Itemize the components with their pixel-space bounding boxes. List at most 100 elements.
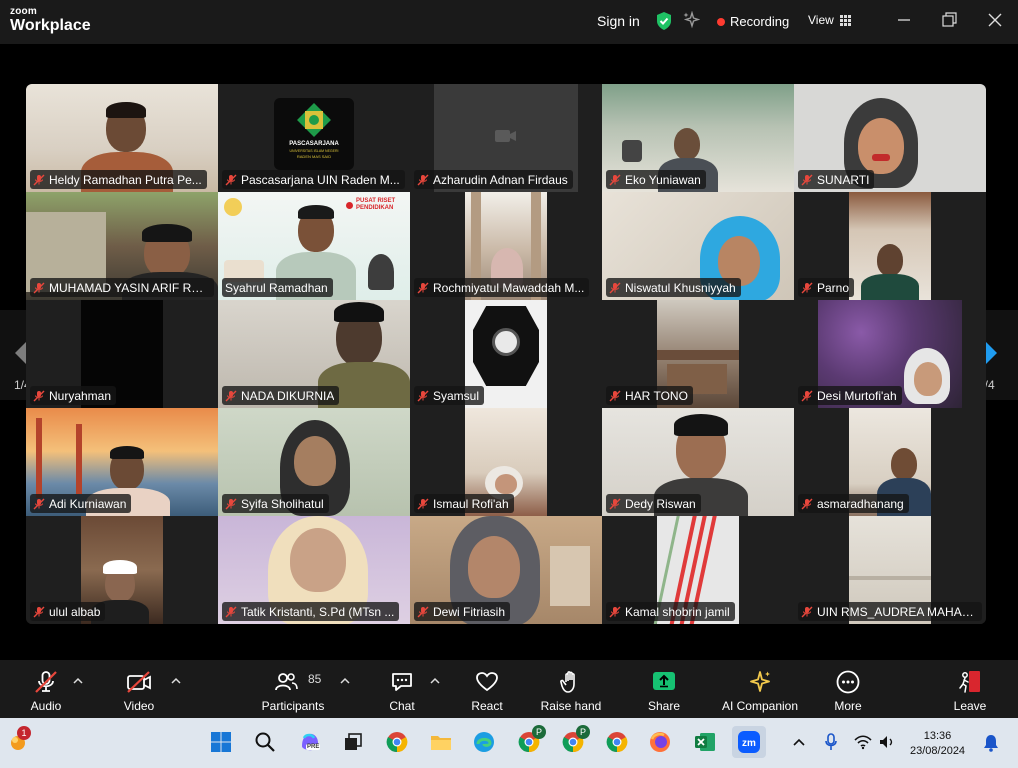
leave-door-icon: [959, 671, 980, 693]
video-off-icon: [127, 671, 151, 693]
minimize-icon[interactable]: [894, 10, 914, 30]
ai-sparkle-icon[interactable]: [682, 11, 700, 29]
share-button[interactable]: Share: [644, 660, 684, 718]
muted-mic-icon: [801, 282, 813, 293]
participant-name: SUNARTI: [817, 172, 870, 187]
recording-indicator[interactable]: Recording: [717, 14, 789, 29]
participant-name: UIN RMS_AUDREA MAHAR...: [817, 604, 977, 619]
volume-icon[interactable]: [878, 734, 896, 750]
muted-mic-icon: [417, 282, 429, 293]
participant-tile[interactable]: Dedy Riswan: [602, 408, 794, 516]
react-button[interactable]: React: [466, 660, 508, 718]
participant-tile[interactable]: MUHAMAD YASIN ARIF RO...: [26, 192, 218, 300]
participant-tile[interactable]: Rochmiyatul Mawaddah M...: [410, 192, 602, 300]
muted-mic-icon: [609, 606, 621, 617]
chrome-taskbar-button[interactable]: [383, 728, 411, 756]
participant-tile[interactable]: Azharudin Adnan Firdaus: [410, 84, 602, 192]
participant-tile[interactable]: Eko Yuniawan: [602, 84, 794, 192]
clock[interactable]: 13:36 23/08/2024: [910, 729, 965, 759]
muted-mic-icon: [609, 174, 621, 185]
search-button[interactable]: [251, 728, 279, 756]
participants-options-chevron-icon[interactable]: [339, 676, 351, 686]
participants-button[interactable]: Participants: [258, 660, 328, 718]
participant-tile[interactable]: Parno: [794, 192, 986, 300]
audio-label: Audio: [30, 699, 62, 713]
participant-tile[interactable]: Dewi Fitriasih: [410, 516, 602, 624]
raise-hand-button[interactable]: Raise hand: [540, 660, 602, 718]
audio-options-chevron-icon[interactable]: [72, 676, 84, 686]
video-button[interactable]: Video: [118, 660, 160, 718]
widgets-button[interactable]: 1: [4, 726, 32, 756]
chat-options-chevron-icon[interactable]: [429, 676, 441, 686]
firefox-taskbar-button[interactable]: [646, 728, 674, 756]
muted-mic-icon: [417, 498, 429, 509]
copilot-taskbar-button[interactable]: PRE: [296, 728, 324, 756]
leave-label: Leave: [953, 699, 987, 713]
wifi-icon[interactable]: [854, 734, 872, 750]
start-button[interactable]: [207, 728, 235, 756]
chrome-profile-button[interactable]: P: [559, 725, 590, 756]
notification-bell-icon[interactable]: [983, 734, 999, 752]
restore-icon[interactable]: [939, 10, 959, 30]
muted-mic-icon: [609, 282, 621, 293]
participant-name-tag: Adi Kurniawan: [30, 494, 132, 513]
participant-tile[interactable]: Heldy Ramadhan Putra Pe...: [26, 84, 218, 192]
participant-tile[interactable]: Ismaul Rofi'ah: [410, 408, 602, 516]
edge-taskbar-button[interactable]: [470, 728, 498, 756]
participant-tile[interactable]: Niswatul Khusniyyah: [602, 192, 794, 300]
more-button[interactable]: More: [828, 660, 868, 718]
chat-button[interactable]: Chat: [384, 660, 420, 718]
participant-name-tag: NADA DIKURNIA: [222, 386, 340, 405]
participant-tile[interactable]: Adi Kurniawan: [26, 408, 218, 516]
close-icon[interactable]: [985, 10, 1005, 30]
audio-button[interactable]: Audio: [26, 660, 66, 718]
participant-name-tag: Pascasarjana UIN Raden M...: [222, 170, 405, 189]
file-explorer-button[interactable]: [427, 728, 455, 756]
encryption-shield-icon[interactable]: [655, 11, 673, 31]
muted-mic-icon: [33, 174, 45, 185]
excel-taskbar-button[interactable]: [691, 728, 719, 756]
react-label: React: [471, 699, 503, 713]
participant-name: Rochmiyatul Mawaddah M...: [433, 280, 585, 295]
participant-name: Syifa Sholihatul: [241, 496, 324, 511]
participant-tile[interactable]: PASCASARJANA UNIVERSITAS ISLAM NEGERI RA…: [218, 84, 410, 192]
search-icon: [255, 732, 275, 752]
participant-name-tag: Dewi Fitriasih: [414, 602, 511, 621]
muted-mic-icon: [225, 606, 237, 617]
muted-mic-icon: [417, 606, 429, 617]
participant-tile[interactable]: ulul albab: [26, 516, 218, 624]
microphone-tray-icon[interactable]: [823, 732, 839, 752]
muted-mic-icon: [33, 282, 45, 293]
participant-name-tag: asmaradhanang: [798, 494, 909, 513]
task-view-button[interactable]: [339, 728, 367, 756]
participant-tile[interactable]: Nuryahman: [26, 300, 218, 408]
participant-tile[interactable]: NADA DIKURNIA: [218, 300, 410, 408]
participant-name: Parno: [817, 280, 850, 295]
participant-tile[interactable]: Syifa Sholihatul: [218, 408, 410, 516]
leave-meeting-button[interactable]: Leave: [950, 660, 990, 718]
participant-tile[interactable]: asmaradhanang: [794, 408, 986, 516]
firefox-icon: [650, 732, 670, 752]
participant-tile[interactable]: HAR TONO: [602, 300, 794, 408]
muted-mic-icon: [33, 390, 45, 401]
participant-tile[interactable]: Desi Murtofi'ah: [794, 300, 986, 408]
participant-tile[interactable]: Kamal shobrin jamil: [602, 516, 794, 624]
participant-name: Dewi Fitriasih: [433, 604, 506, 619]
sign-in-link[interactable]: Sign in: [597, 13, 640, 29]
pascasarjana-logo-feed: PASCASARJANA UNIVERSITAS ISLAM NEGERI RA…: [274, 98, 354, 170]
video-options-chevron-icon[interactable]: [170, 676, 182, 686]
active-speaker-tile[interactable]: PUSAT RISET PENDIDIKAN Syahrul Ramadhan: [218, 192, 410, 300]
zoom-taskbar-button[interactable]: zm: [732, 726, 766, 758]
participant-tile[interactable]: Tatik Kristanti, S.Pd (MTsn ...: [218, 516, 410, 624]
notification-badge: 1: [17, 726, 31, 740]
ai-companion-button[interactable]: AI Companion: [718, 660, 802, 718]
chrome-taskbar-button[interactable]: [603, 728, 631, 756]
view-button[interactable]: View: [808, 13, 851, 27]
copilot-pre-badge: PRE: [306, 744, 321, 750]
participant-tile[interactable]: SUNARTI: [794, 84, 986, 192]
participant-tile[interactable]: Syamsul: [410, 300, 602, 408]
show-hidden-icons-chevron-icon[interactable]: [792, 737, 806, 747]
participant-tile[interactable]: UIN RMS_AUDREA MAHAR...: [794, 516, 986, 624]
raise-hand-label: Raise hand: [540, 699, 602, 713]
chrome-profile-button[interactable]: P: [515, 725, 546, 756]
